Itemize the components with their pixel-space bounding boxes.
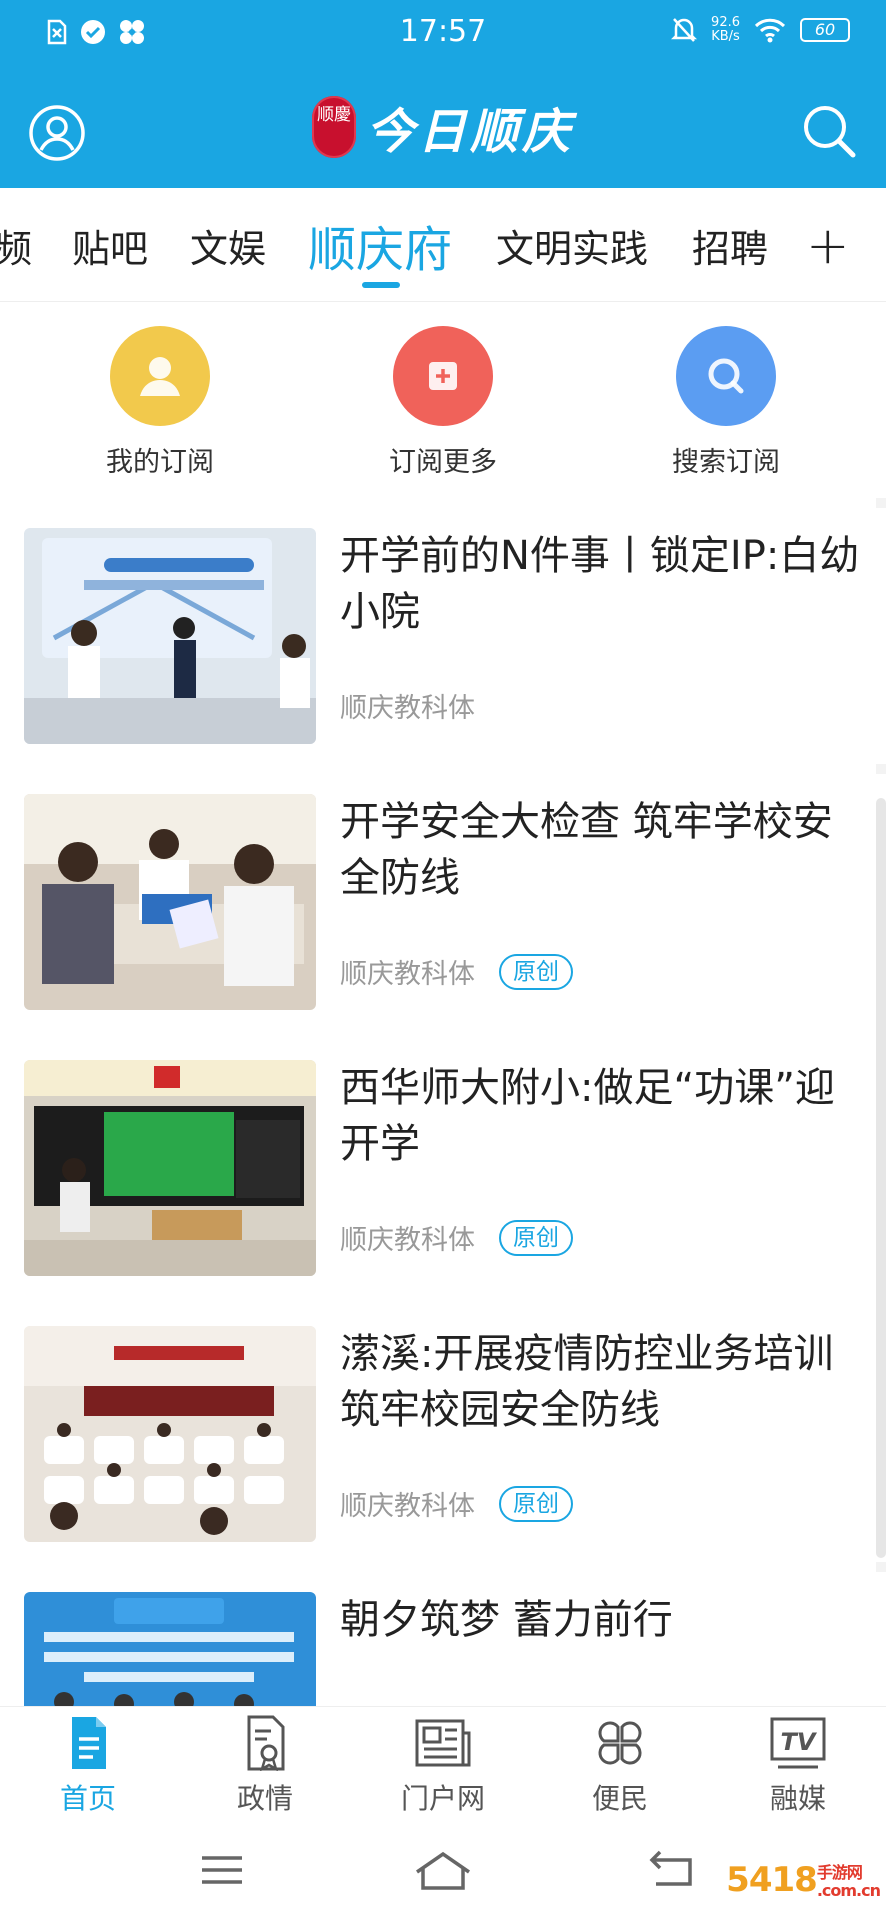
article-card[interactable]: 潆溪:开展疫情防控业务培训 筑牢校园安全防线 顺庆教科体 原创 bbox=[0, 1296, 876, 1552]
nav-policy-label: 政情 bbox=[236, 1782, 293, 1815]
svg-text:TV: TV bbox=[781, 1728, 818, 1756]
article-card[interactable]: 开学前的N件事丨锁定IP:白幼小院 顺庆教科体 bbox=[0, 498, 876, 754]
person-icon bbox=[110, 326, 210, 426]
battery-indicator: 60 bbox=[800, 18, 850, 42]
my-subscriptions-label: 我的订阅 bbox=[106, 447, 214, 478]
site-watermark: 5418手游网 .com.cn bbox=[726, 1860, 881, 1900]
network-speed-value: 92.6 bbox=[711, 15, 740, 30]
mute-icon bbox=[671, 18, 698, 42]
nav-services-label: 便民 bbox=[591, 1782, 648, 1815]
watermark-main: 5418 bbox=[726, 1860, 818, 1900]
home-doc-icon bbox=[72, 1717, 106, 1769]
network-speed-unit: KB/s bbox=[711, 29, 740, 44]
article-title: 潆溪:开展疫情防控业务培训 筑牢校园安全防线 bbox=[340, 1331, 834, 1433]
feed-scrollbar[interactable] bbox=[876, 798, 886, 1558]
back-icon[interactable] bbox=[642, 1846, 702, 1894]
app-logo: 顺慶 今日顺庆 bbox=[0, 92, 886, 162]
system-navigation-bar: 5418手游网 .com.cn bbox=[0, 1816, 886, 1920]
nav-home[interactable]: 首页 bbox=[18, 1715, 158, 1817]
certificate-icon bbox=[247, 1715, 285, 1772]
article-title: 朝夕筑梦 蓄力前行 bbox=[340, 1597, 673, 1643]
news-feed[interactable]: 开学前的N件事丨锁定IP:白幼小院 顺庆教科体 开学安全大检查 筑牢学校安全防线 bbox=[0, 498, 886, 1706]
search-icon[interactable] bbox=[800, 102, 858, 160]
tab-shunqingfu[interactable]: 顺庆府 bbox=[308, 210, 452, 280]
original-badge: 原创 bbox=[499, 1485, 573, 1522]
tab-tieba[interactable]: 贴吧 bbox=[72, 218, 148, 273]
article-source: 顺庆教科体 bbox=[340, 959, 475, 990]
nav-portal-label: 门户网 bbox=[400, 1782, 485, 1815]
newspaper-icon bbox=[415, 1719, 471, 1767]
tv-icon: TV bbox=[770, 1717, 826, 1769]
menu-icon[interactable] bbox=[192, 1846, 252, 1894]
add-tab-button[interactable]: + bbox=[806, 216, 850, 276]
grid-petals-icon bbox=[598, 1721, 642, 1765]
original-badge: 原创 bbox=[499, 1219, 573, 1256]
article-source: 顺庆教科体 bbox=[340, 693, 475, 724]
article-card[interactable]: 西华师大附小:做足“功课”迎开学 顺庆教科体 原创 bbox=[0, 1030, 876, 1286]
wifi-icon bbox=[754, 18, 786, 43]
article-card[interactable]: 开学安全大检查 筑牢学校安全防线 顺庆教科体 原创 bbox=[0, 764, 876, 1020]
article-thumbnail bbox=[24, 1592, 316, 1706]
more-subscriptions-button[interactable]: 订阅更多 bbox=[343, 326, 543, 479]
watermark-small-bottom: .com.cn bbox=[816, 1880, 881, 1900]
search-icon bbox=[676, 326, 776, 426]
article-thumbnail bbox=[24, 1326, 316, 1542]
bottom-navigation: 首页 政情 门户网 便民 TV 融媒 bbox=[0, 1706, 886, 1816]
nav-media[interactable]: TV 融媒 bbox=[728, 1715, 868, 1817]
article-title: 西华师大附小:做足“功课”迎开学 bbox=[340, 1065, 835, 1167]
article-card[interactable]: 朝夕筑梦 蓄力前行 bbox=[0, 1562, 876, 1706]
search-subscriptions-label: 搜索订阅 bbox=[672, 447, 780, 478]
app-header: 17:57 92.6 KB/s 60 顺慶 今日顺庆 bbox=[0, 0, 886, 188]
logo-text: 今日顺庆 bbox=[365, 104, 574, 160]
article-meta: 顺庆教科体 bbox=[340, 686, 475, 725]
article-source: 顺庆教科体 bbox=[340, 1491, 475, 1522]
article-meta: 顺庆教科体 原创 bbox=[340, 1218, 573, 1257]
article-thumbnail bbox=[24, 794, 316, 1010]
tab-indicator bbox=[362, 282, 400, 288]
status-bar: 17:57 92.6 KB/s 60 bbox=[0, 0, 886, 68]
article-source: 顺庆教科体 bbox=[340, 1225, 475, 1256]
tab-video[interactable]: 频 bbox=[0, 218, 32, 273]
home-icon[interactable] bbox=[413, 1846, 473, 1894]
app-bar: 顺慶 今日顺庆 bbox=[0, 68, 886, 188]
original-badge: 原创 bbox=[499, 953, 573, 990]
add-icon bbox=[393, 326, 493, 426]
article-meta: 顺庆教科体 原创 bbox=[340, 952, 573, 991]
nav-policy[interactable]: 政情 bbox=[195, 1715, 335, 1817]
article-meta: 顺庆教科体 原创 bbox=[340, 1484, 573, 1523]
nav-home-label: 首页 bbox=[59, 1782, 116, 1815]
channel-tabs: 频 贴吧 文娱 顺庆府 文明实践 招聘 + bbox=[0, 188, 886, 302]
nav-services[interactable]: 便民 bbox=[550, 1715, 690, 1817]
network-speed: 92.6 KB/s bbox=[711, 16, 740, 44]
tab-wenming[interactable]: 文明实践 bbox=[496, 218, 648, 273]
article-title: 开学前的N件事丨锁定IP:白幼小院 bbox=[340, 533, 860, 635]
article-thumbnail bbox=[24, 528, 316, 744]
nav-media-label: 融媒 bbox=[769, 1782, 826, 1815]
more-subscriptions-label: 订阅更多 bbox=[389, 447, 497, 478]
tab-zhaopin[interactable]: 招聘 bbox=[692, 218, 768, 273]
tab-wenyu[interactable]: 文娱 bbox=[190, 218, 266, 273]
logo-seal: 顺慶 bbox=[311, 96, 356, 158]
search-subscriptions-button[interactable]: 搜索订阅 bbox=[626, 326, 826, 479]
my-subscriptions-button[interactable]: 我的订阅 bbox=[60, 326, 260, 479]
subscription-shortcuts: 我的订阅 订阅更多 搜索订阅 bbox=[0, 302, 886, 498]
article-thumbnail bbox=[24, 1060, 316, 1276]
status-icons-right: 92.6 KB/s 60 bbox=[671, 16, 850, 44]
article-title: 开学安全大检查 筑牢学校安全防线 bbox=[340, 799, 833, 901]
nav-portal[interactable]: 门户网 bbox=[373, 1715, 513, 1817]
watermark-small-top: 手游网 bbox=[816, 1862, 863, 1882]
